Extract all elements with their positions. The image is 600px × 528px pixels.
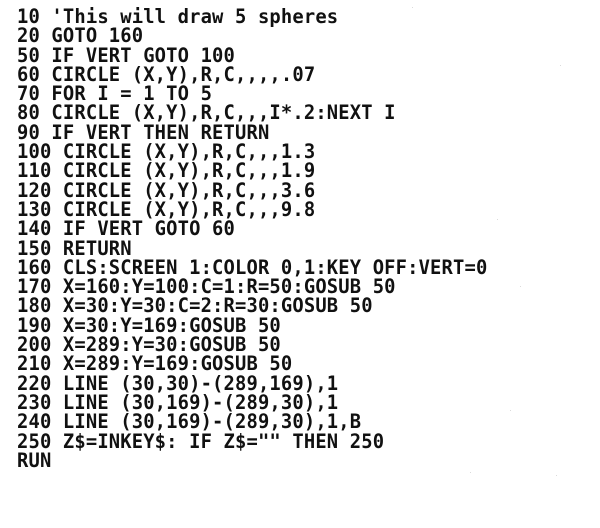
paper-speckle — [470, 472, 471, 473]
code-line-container: 10 'This will draw 5 spheres 20 GOTO 160 5… — [17, 7, 600, 472]
paper-speckle — [556, 475, 557, 476]
code-line: 250 Z$=INKEY$: IF Z$="" THEN 250 — [17, 429, 385, 453]
program-listing-page: 10 'This will draw 5 spheres 20 GOTO 160 5… — [0, 0, 600, 528]
code-line: RUN — [17, 448, 52, 472]
